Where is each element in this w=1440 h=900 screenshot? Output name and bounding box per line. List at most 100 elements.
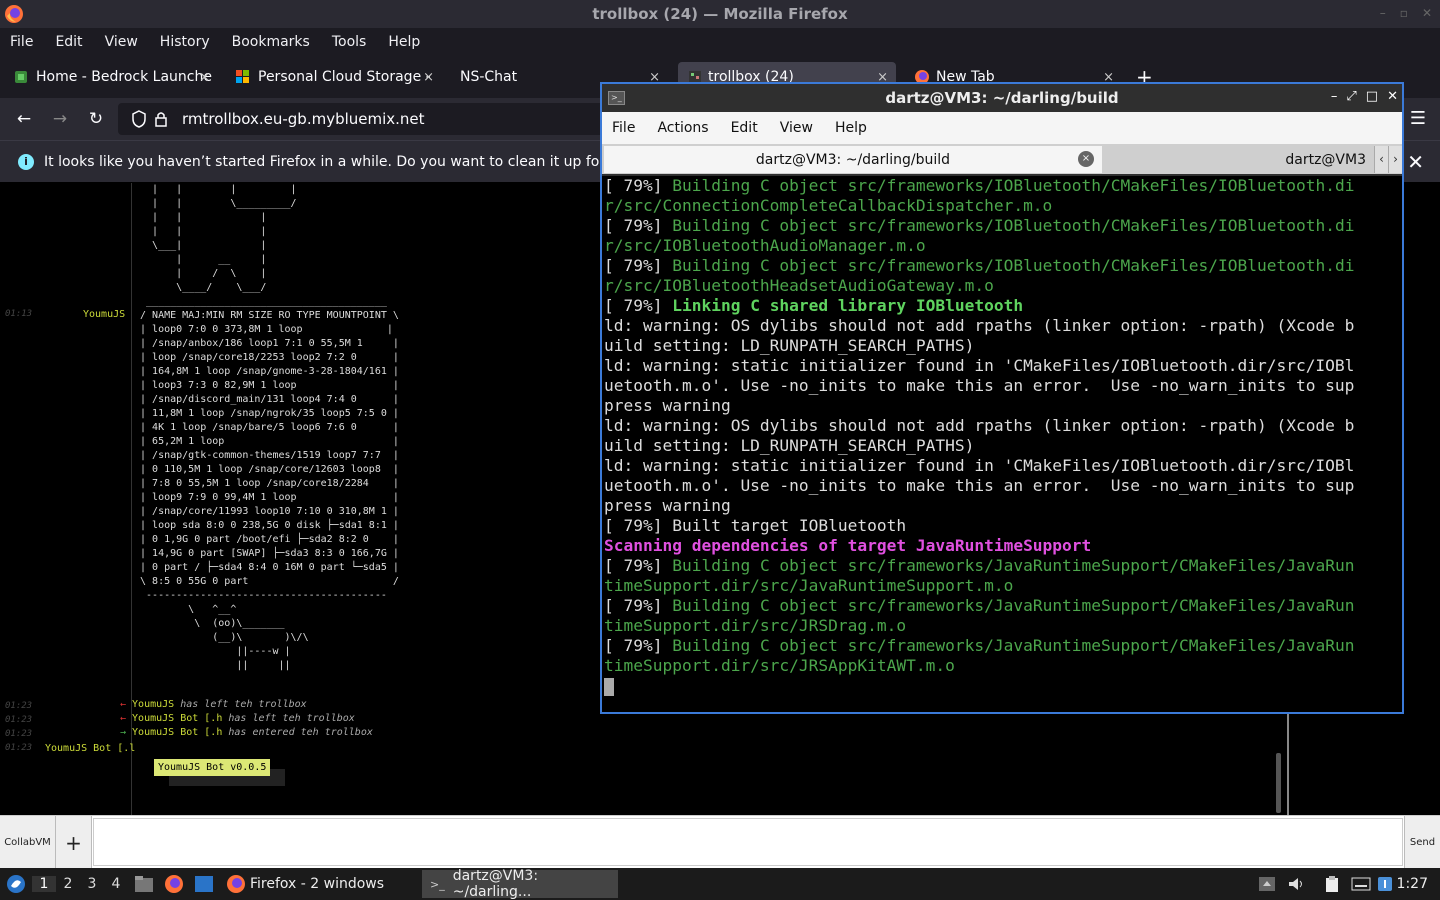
chat-input-bar: CollabVM + Send — [0, 815, 1440, 869]
terminal-output[interactable]: [ 79%] Building C object src/frameworks/… — [602, 176, 1402, 712]
terminal-menubar: File Actions Edit View Help — [602, 112, 1402, 144]
back-arrow-icon[interactable]: ← — [6, 109, 42, 129]
menu-help[interactable]: Help — [835, 120, 867, 136]
terminal-line: [ 79%] Building C object src/frameworks/… — [604, 176, 1402, 196]
maximize-icon[interactable]: □ — [1366, 89, 1378, 104]
tab-label: Home - Bedrock Launche — [36, 69, 212, 85]
close-icon[interactable]: ✕ — [1422, 6, 1432, 20]
minimize-icon[interactable]: – — [1331, 89, 1338, 104]
terminal-line: [ 79%] Building C object src/frameworks/… — [604, 596, 1402, 616]
tab-bedrock[interactable]: Home - Bedrock Launche × — [4, 62, 218, 92]
terminal-line: Scanning dependencies of target JavaRunt… — [604, 536, 1402, 556]
event-text: has left teh trollbox — [228, 713, 355, 724]
menu-actions[interactable]: Actions — [657, 120, 708, 136]
terminal-titlebar[interactable]: >_ dartz@VM3: ~/darling/build – ⤢ □ ✕ — [602, 84, 1402, 112]
info-tray-icon[interactable] — [1377, 868, 1393, 900]
tab-close-icon[interactable]: × — [423, 70, 434, 85]
progress-prefix: [ 79%] — [604, 636, 673, 655]
line-text: r/src/ConnectionCompleteCallbackDispatch… — [604, 196, 1053, 215]
menu-edit[interactable]: Edit — [731, 120, 758, 136]
desktop-icon[interactable] — [194, 868, 214, 900]
taskbar-terminal[interactable]: >_ dartz@VM3: ~/darling... — [422, 868, 618, 900]
menu-edit[interactable]: Edit — [55, 34, 82, 50]
chat-nickname[interactable]: YoumuJS — [83, 309, 125, 320]
progress-prefix: [ 79%] — [604, 216, 673, 235]
add-button[interactable]: + — [56, 816, 92, 869]
terminal-line: uetooth.m.o'. Use -no_inits to make this… — [604, 376, 1402, 396]
maximize-icon[interactable]: ▫ — [1400, 6, 1408, 20]
reload-icon[interactable]: ↻ — [78, 109, 114, 129]
event-user[interactable]: YoumuJS Bot [.h — [132, 713, 222, 724]
minimize-icon[interactable]: – — [1380, 6, 1386, 20]
workspace-4[interactable]: 4 — [104, 876, 128, 892]
terminal-cursor — [604, 677, 614, 696]
terminal-line: press warning — [604, 396, 1402, 416]
keyboard-icon[interactable] — [1351, 868, 1371, 900]
tab-scroll-left-icon[interactable]: ‹ — [1374, 146, 1388, 173]
chat-scrollbar[interactable] — [1276, 753, 1281, 813]
file-manager-icon[interactable] — [134, 868, 154, 900]
terminal-title: dartz@VM3: ~/darling/build — [885, 89, 1119, 107]
info-icon: i — [18, 153, 34, 170]
clipboard-icon[interactable] — [1323, 868, 1341, 900]
send-button[interactable]: Send — [1404, 816, 1440, 869]
event-user[interactable]: YoumuJS Bot [.h — [132, 727, 222, 738]
event-user[interactable]: YoumuJS — [132, 699, 174, 710]
menu-tools[interactable]: Tools — [332, 34, 367, 50]
chat-message-input[interactable] — [93, 818, 1403, 866]
taskbar-firefox[interactable]: Firefox - 2 windows — [222, 870, 412, 898]
tracking-shield-icon[interactable] — [132, 110, 146, 128]
firefox-menubar: File Edit View History Bookmarks Tools H… — [0, 28, 1440, 56]
menu-help[interactable]: Help — [388, 34, 420, 50]
restore-icon[interactable]: ⤢ — [1346, 89, 1356, 104]
menu-view[interactable]: View — [780, 120, 813, 136]
terminal-line: [ 79%] Linking C shared library IOBlueto… — [604, 296, 1402, 316]
close-icon[interactable]: ✕ — [1387, 89, 1398, 104]
menu-history[interactable]: History — [160, 34, 210, 50]
firefox-launcher-icon[interactable] — [164, 868, 184, 900]
tab-personal-cloud[interactable]: Personal Cloud Storage - × — [226, 62, 442, 92]
forward-arrow-icon[interactable]: → — [42, 109, 78, 129]
menu-file[interactable]: File — [612, 120, 635, 136]
line-text: Building C object src/frameworks/JavaRun… — [672, 636, 1355, 655]
line-text: r/src/IOBluetoothHeadsetAudioGateway.m.o — [604, 276, 994, 295]
leave-arrow-icon: ← — [120, 699, 127, 710]
notification-close-icon[interactable]: ✕ — [1407, 150, 1424, 174]
terminal-line: ld: warning: static initializer found in… — [604, 456, 1402, 476]
tab-close-icon[interactable]: × — [1078, 151, 1094, 167]
chat-event-row: → YoumuJS Bot [.h has entered teh trollbo… — [120, 727, 373, 738]
chat-event-row: ← YoumuJS Bot [.h has left teh trollbox — [120, 713, 355, 724]
terminal-line: r/src/IOBluetoothHeadsetAudioGateway.m.o — [604, 276, 1402, 296]
url-text: rmtrollbox.eu-gb.mybluemix.net — [182, 110, 425, 128]
prompt-line — [604, 676, 1402, 696]
workspace-2[interactable]: 2 — [56, 876, 80, 892]
terminal-tab[interactable]: dartz@VM3 — [1102, 146, 1372, 173]
hamburger-menu-icon[interactable]: ☰ — [1410, 108, 1426, 129]
terminal-line: r/src/ConnectionCompleteCallbackDispatch… — [604, 196, 1402, 216]
menu-bookmarks[interactable]: Bookmarks — [232, 34, 310, 50]
notification-message: It looks like you haven’t started Firefo… — [44, 153, 628, 170]
chat-event-row: ← YoumuJS has left teh trollbox — [120, 699, 307, 710]
terminal-line: timeSupport.dir/src/JavaRuntimeSupport.m… — [604, 576, 1402, 596]
collabvm-button[interactable]: CollabVM — [0, 816, 56, 869]
terminal-window[interactable]: >_ dartz@VM3: ~/darling/build – ⤢ □ ✕ Fi… — [600, 82, 1404, 714]
task-label: Firefox - 2 windows — [250, 876, 385, 892]
menu-view[interactable]: View — [105, 34, 138, 50]
chat-nickname[interactable]: YoumuJS Bot [.l — [45, 743, 135, 754]
terminal-tab-active[interactable]: dartz@VM3: ~/darling/build × — [604, 146, 1102, 173]
start-menu-icon[interactable] — [6, 868, 26, 900]
progress-prefix: [ 79%] — [604, 256, 673, 275]
terminal-line: [ 79%] Building C object src/frameworks/… — [604, 556, 1402, 576]
workspace-1[interactable]: 1 — [32, 876, 56, 892]
line-text: Linking C shared library IOBluetooth — [672, 296, 1024, 315]
tab-close-icon[interactable]: × — [199, 70, 210, 85]
line-text: Building C object src/frameworks/IOBluet… — [672, 256, 1355, 275]
line-text: ld: warning: static initializer found in… — [604, 356, 1355, 375]
menu-file[interactable]: File — [10, 34, 33, 50]
volume-icon[interactable] — [1287, 868, 1305, 900]
notification-tray-icon[interactable] — [1258, 868, 1276, 900]
lock-icon[interactable] — [154, 111, 168, 127]
workspace-3[interactable]: 3 — [80, 876, 104, 892]
timestamp: 01:13 — [5, 309, 33, 319]
tab-scroll-right-icon[interactable]: › — [1388, 146, 1402, 173]
